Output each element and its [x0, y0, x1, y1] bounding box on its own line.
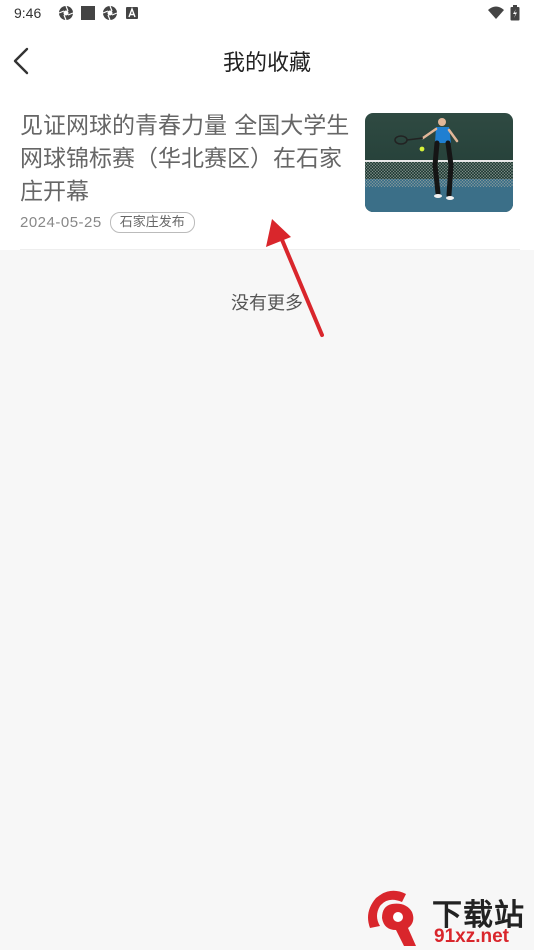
watermark-logo — [368, 890, 416, 946]
a-icon — [126, 7, 138, 19]
status-time: 9:46 — [14, 5, 42, 21]
status-right-icons — [488, 5, 520, 21]
no-more-text: 没有更多 — [231, 293, 303, 314]
square-icon — [81, 6, 95, 20]
shutter-icon — [58, 5, 74, 21]
favorite-item-title: 见证网球的青春力量 全国大学生网球锦标赛（华北赛区）在石家庄开幕 — [20, 113, 350, 205]
source-tag: 石家庄发布 — [109, 212, 195, 233]
wifi-icon — [488, 6, 504, 19]
shutter-icon — [102, 5, 118, 21]
favorite-item-thumbnail — [365, 113, 513, 212]
page-title: 我的收藏 — [222, 51, 311, 76]
status-bar: 9:46 — [0, 0, 534, 28]
app-header: 我的收藏 — [0, 28, 534, 94]
favorite-item-meta: 2024-05-25 石家庄发布 — [20, 212, 195, 233]
battery-icon — [510, 5, 520, 21]
divider — [20, 249, 520, 250]
tennis-player-photo — [365, 113, 513, 212]
favorite-item[interactable]: 见证网球的青春力量 全国大学生网球锦标赛（华北赛区）在石家庄开幕 2024-05… — [0, 94, 534, 250]
watermark-line2: 91xz.net — [434, 926, 509, 947]
watermark: 下载站 91xz.net — [362, 888, 534, 950]
favorites-list: 见证网球的青春力量 全国大学生网球锦标赛（华北赛区）在石家庄开幕 2024-05… — [0, 94, 534, 250]
status-left-icons — [58, 5, 140, 21]
favorite-item-date: 2024-05-25 — [20, 214, 102, 231]
